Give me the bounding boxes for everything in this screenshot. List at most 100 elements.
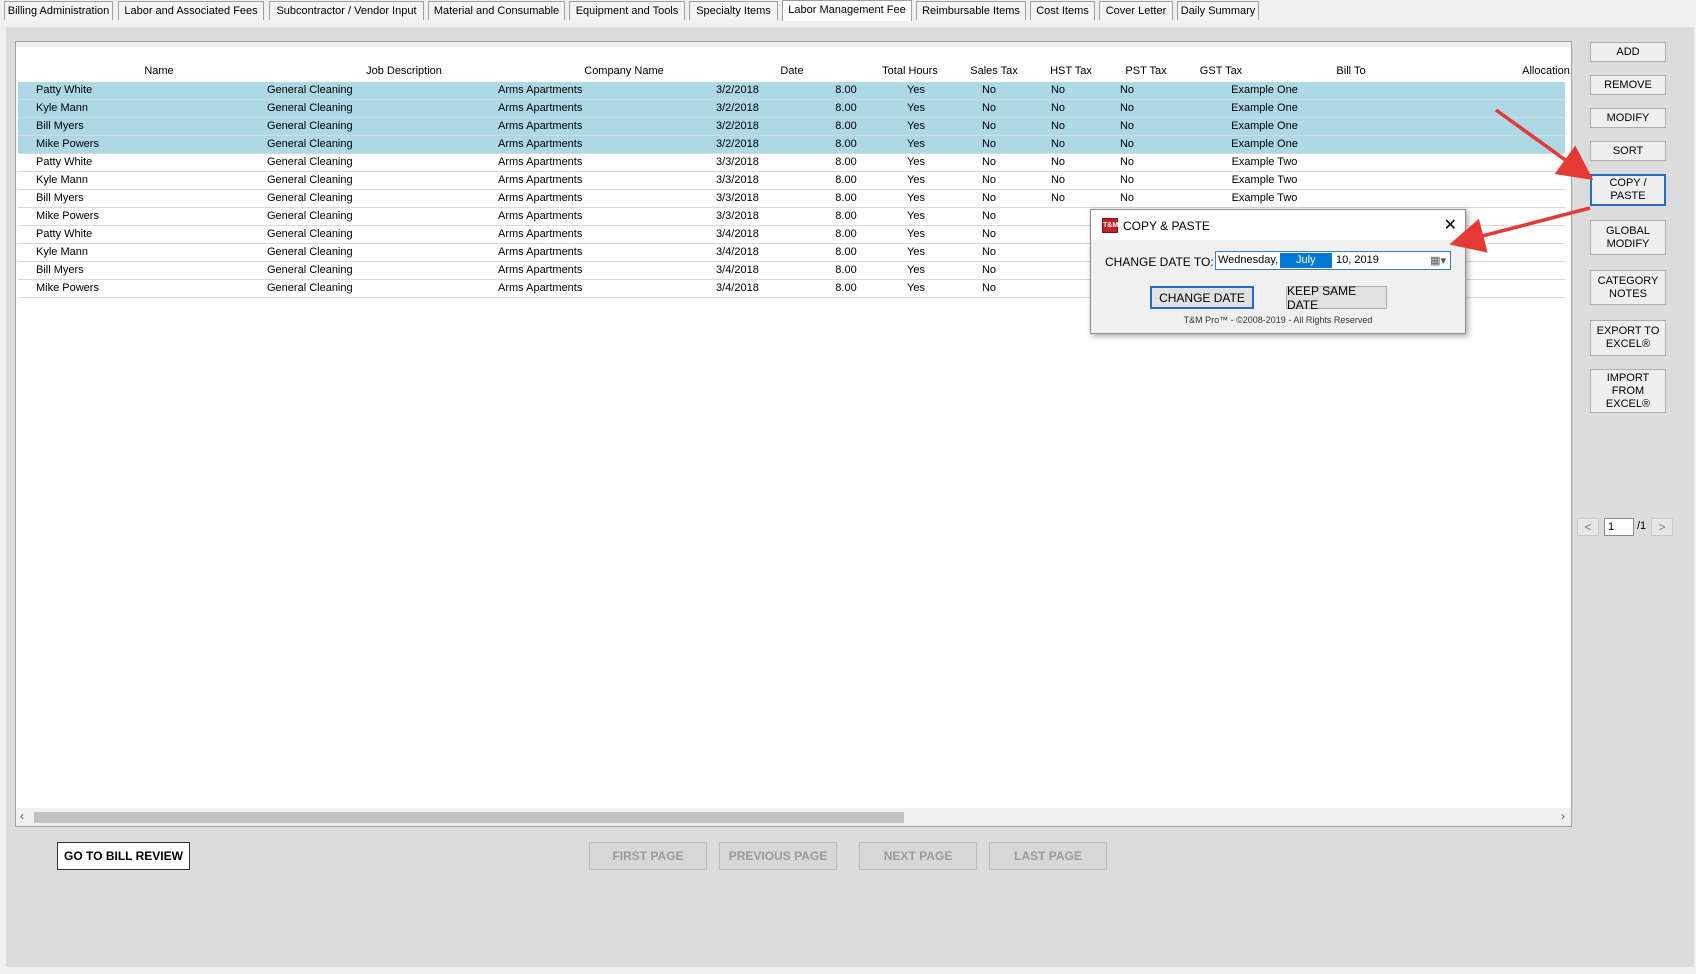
sort-button[interactable]: SORT — [1590, 141, 1666, 161]
table-cell: 3/4/2018 — [716, 264, 759, 276]
table-row[interactable]: Mike Powers General Cleaning Arms Apartmen… — [18, 136, 1565, 154]
table-cell: Patty White — [36, 156, 93, 168]
table-cell: Arms Apartments — [498, 192, 583, 204]
col-header-sales-tax[interactable]: Sales Tax — [959, 65, 1029, 77]
app-logo-icon: T&M — [1102, 218, 1118, 233]
modify-button[interactable]: MODIFY — [1590, 108, 1666, 128]
table-cell: 3/4/2018 — [716, 246, 759, 258]
table-cell: Arms Apartments — [498, 84, 583, 96]
col-header-name[interactable]: Name — [119, 65, 199, 77]
table-cell: Arms Apartments — [498, 156, 583, 168]
table-cell: No — [981, 246, 997, 258]
table-cell: 8.00 — [835, 138, 857, 150]
col-header-job-description[interactable]: Job Description — [344, 65, 464, 77]
horizontal-scrollbar[interactable]: ‹ › — [16, 808, 1571, 826]
table-cell: No — [981, 282, 997, 294]
table-cell: No — [981, 174, 997, 186]
table-cell: General Cleaning — [267, 282, 353, 294]
tab-labor-associated-fees[interactable]: Labor and Associated Fees — [118, 1, 264, 20]
tab-cost-items[interactable]: Cost Items — [1030, 1, 1095, 20]
change-date-button[interactable]: CHANGE DATE — [1150, 286, 1254, 309]
last-page-button[interactable]: LAST PAGE — [989, 842, 1107, 870]
copy-paste-button[interactable]: COPY / PASTE — [1590, 174, 1666, 206]
table-cell: 3/3/2018 — [716, 174, 759, 186]
calendar-dropdown-icon[interactable]: ▦▾ — [1430, 254, 1446, 267]
table-cell: No — [1050, 102, 1066, 114]
col-header-date[interactable]: Date — [762, 65, 822, 77]
scroll-left-icon[interactable]: ‹ — [20, 809, 24, 823]
table-cell: No — [1050, 138, 1066, 150]
table-cell: 3/2/2018 — [716, 84, 759, 96]
table-row[interactable]: Kyle Mann General Cleaning Arms Apartments… — [18, 100, 1565, 118]
col-header-total-hours[interactable]: Total Hours — [870, 65, 950, 77]
date-picker[interactable]: Wednesday, July 10, 2019 ▦▾ — [1215, 251, 1451, 270]
table-cell: General Cleaning — [267, 246, 353, 258]
table-cell: No — [981, 156, 997, 168]
category-notes-button[interactable]: CATEGORY NOTES — [1590, 270, 1666, 305]
table-cell: Yes — [907, 120, 925, 132]
scroll-right-icon[interactable]: › — [1561, 809, 1565, 823]
go-to-bill-review-button[interactable]: GO TO BILL REVIEW — [57, 842, 190, 870]
next-page-button[interactable]: NEXT PAGE — [859, 842, 977, 870]
tab-subcontractor-vendor[interactable]: Subcontractor / Vendor Input — [269, 1, 424, 20]
table-cell: No — [981, 120, 997, 132]
import-excel-button[interactable]: IMPORT FROM EXCEL® — [1590, 369, 1666, 413]
table-cell: General Cleaning — [267, 102, 353, 114]
table-row[interactable]: Kyle Mann General Cleaning Arms Apartments… — [18, 172, 1565, 190]
table-cell: Arms Apartments — [498, 282, 583, 294]
col-header-hst-tax[interactable]: HST Tax — [1036, 65, 1106, 77]
global-modify-button[interactable]: GLOBAL MODIFY — [1590, 220, 1666, 255]
table-cell: Arms Apartments — [498, 120, 583, 132]
table-cell: No — [1050, 174, 1066, 186]
table-row[interactable]: Bill Myers General Cleaning Arms Apartment… — [18, 190, 1565, 208]
table-cell: 8.00 — [835, 246, 857, 258]
close-icon[interactable]: ✕ — [1444, 215, 1457, 235]
table-cell: No — [1119, 102, 1135, 114]
scrollbar-thumb[interactable] — [34, 812, 904, 823]
remove-button[interactable]: REMOVE — [1590, 75, 1666, 95]
table-row[interactable]: Patty White General Cleaning Arms Apartmen… — [18, 82, 1565, 100]
table-cell: No — [1050, 120, 1066, 132]
date-month-selected[interactable]: July — [1280, 253, 1332, 268]
table-row[interactable]: Bill Myers General Cleaning Arms Apartment… — [18, 118, 1565, 136]
first-page-button[interactable]: FIRST PAGE — [589, 842, 707, 870]
col-header-bill-to[interactable]: Bill To — [1306, 65, 1396, 77]
table-cell: Arms Apartments — [498, 246, 583, 258]
next-page-arrow[interactable]: > — [1651, 518, 1673, 536]
table-cell: No — [981, 264, 997, 276]
table-cell: General Cleaning — [267, 174, 353, 186]
table-cell: No — [1119, 192, 1135, 204]
add-button[interactable]: ADD — [1590, 42, 1666, 62]
data-grid: Name Job Description Company Name Date T… — [15, 41, 1572, 827]
tab-equipment-tools[interactable]: Equipment and Tools — [569, 1, 685, 20]
page-number-input[interactable]: 1 — [1604, 518, 1634, 536]
prev-page-arrow[interactable]: < — [1577, 518, 1599, 536]
tab-cover-letter[interactable]: Cover Letter — [1099, 1, 1173, 20]
tab-billing-administration[interactable]: Billing Administration — [4, 1, 113, 20]
tab-material-consumable[interactable]: Material and Consumable — [428, 1, 565, 20]
table-cell: 3/2/2018 — [716, 138, 759, 150]
table-cell: 8.00 — [835, 264, 857, 276]
table-cell: No — [981, 210, 997, 222]
previous-page-button[interactable]: PREVIOUS PAGE — [719, 842, 837, 870]
tab-labor-management-fee[interactable]: Labor Management Fee — [782, 0, 912, 21]
table-cell: No — [1050, 192, 1066, 204]
table-cell: Yes — [907, 84, 925, 96]
export-excel-button[interactable]: EXPORT TO EXCEL® — [1590, 320, 1666, 356]
col-header-gst-tax[interactable]: GST Tax — [1186, 65, 1256, 77]
col-header-pst-tax[interactable]: PST Tax — [1111, 65, 1181, 77]
col-header-allocation[interactable]: Allocation — [1506, 65, 1571, 77]
table-cell: Kyle Mann — [36, 174, 88, 186]
table-cell: 3/3/2018 — [716, 192, 759, 204]
tab-reimbursable-items[interactable]: Reimbursable Items — [916, 1, 1026, 20]
col-header-company-name[interactable]: Company Name — [564, 65, 684, 77]
keep-same-date-button[interactable]: KEEP SAME DATE — [1286, 284, 1387, 312]
copyright-text: T&M Pro™ - ©2008-2019 - All Rights Reser… — [1183, 315, 1373, 325]
tab-specialty-items[interactable]: Specialty Items — [689, 1, 778, 20]
table-cell: 3/3/2018 — [716, 156, 759, 168]
table-cell: No — [1050, 156, 1066, 168]
tab-daily-summary[interactable]: Daily Summary — [1177, 1, 1259, 20]
table-row[interactable]: Patty White General Cleaning Arms Apartmen… — [18, 154, 1565, 172]
table-cell: Arms Apartments — [498, 264, 583, 276]
table-cell: Example One — [1231, 102, 1298, 114]
